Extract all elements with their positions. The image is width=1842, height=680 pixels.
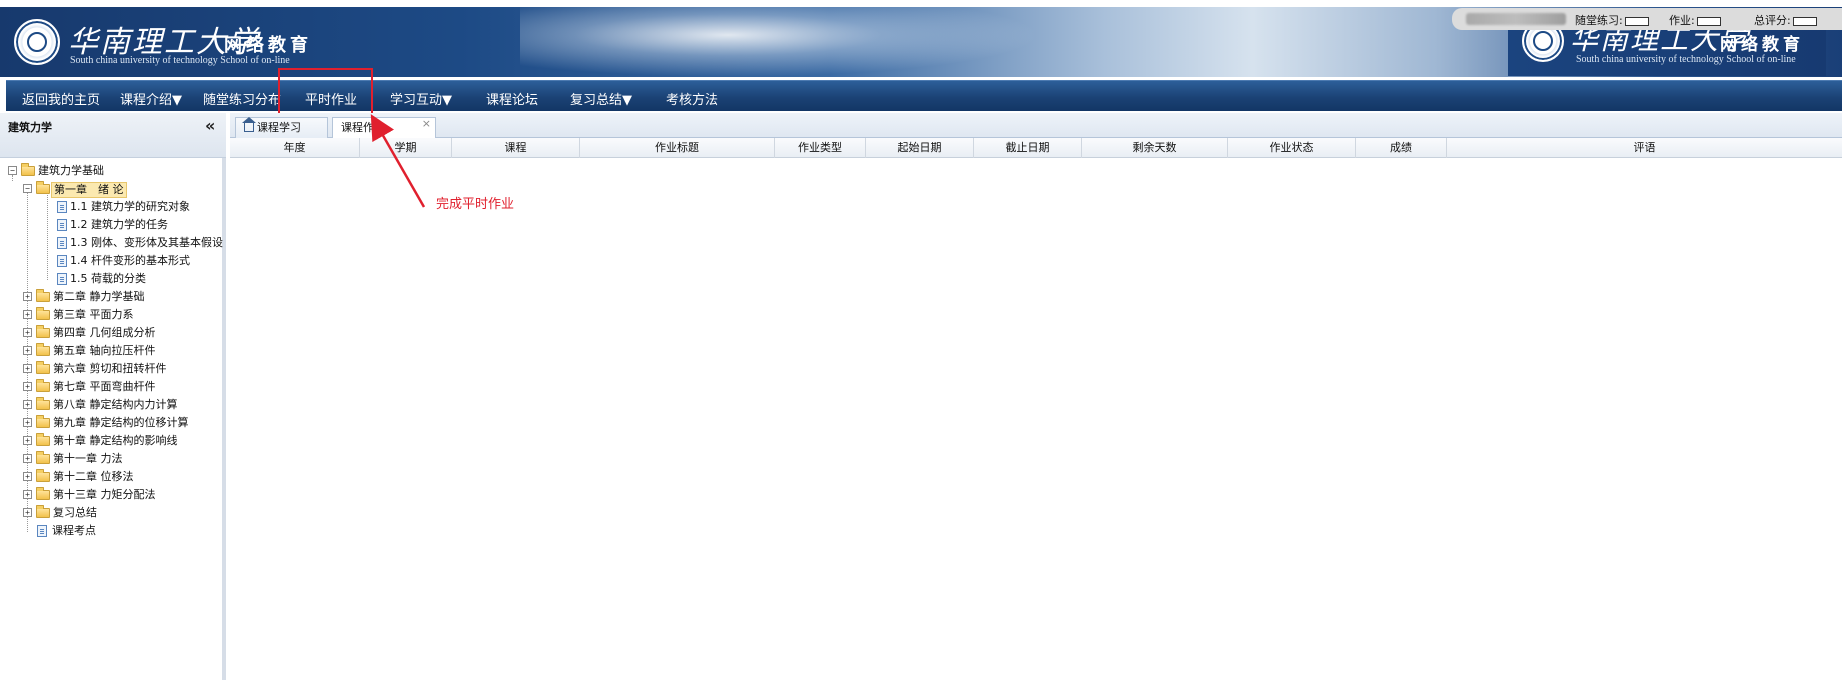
annotation-arrow: [370, 114, 426, 208]
annotation-label: 完成平时作业: [436, 197, 515, 212]
